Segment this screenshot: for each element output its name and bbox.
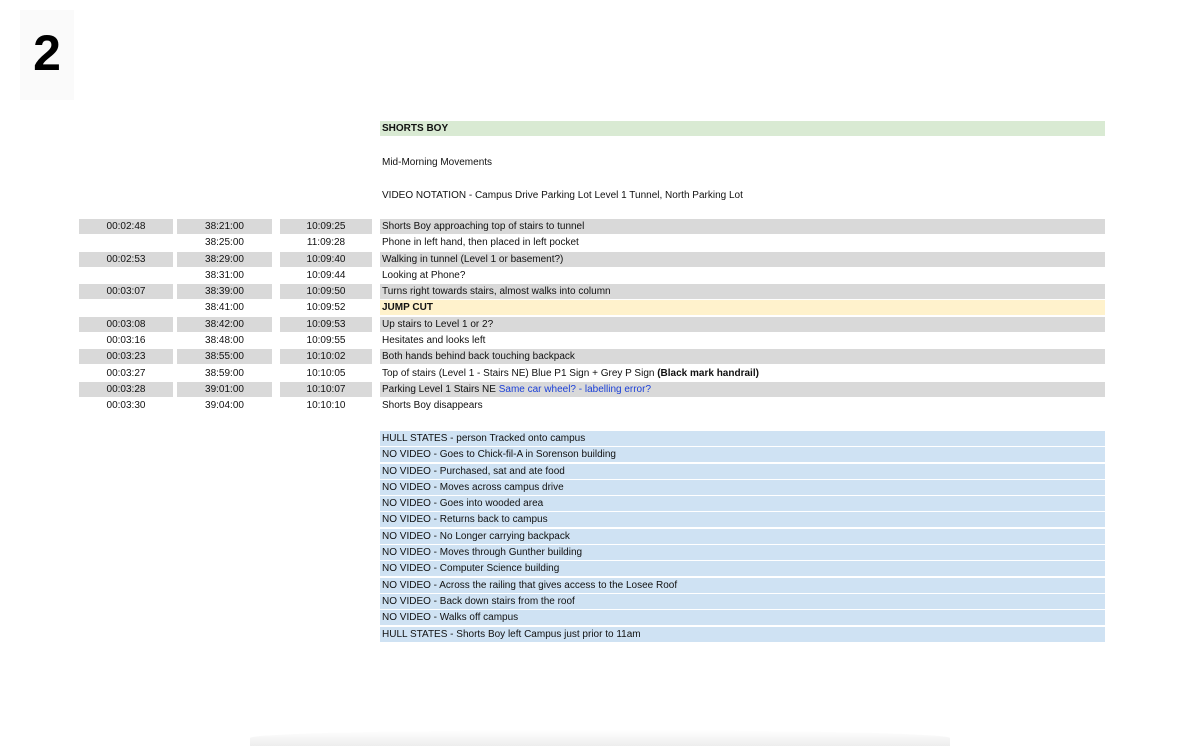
table-row: 00:03:28 39:01:00 10:10:07 Parking Level 1 … [0, 381, 1200, 398]
video-time-cell: 00:03:23 [79, 349, 173, 365]
description-cell: Both hands behind back touching backpack [380, 349, 1105, 365]
list-item: NO VIDEO - Returns back to campus [380, 512, 1105, 528]
table-row: 38:41:00 10:09:52 JUMP CUT [0, 300, 1200, 316]
list-item: NO VIDEO - Goes to Chick-fil-A in Sorens… [380, 447, 1105, 463]
source-time-cell: 38:21:00 [177, 219, 272, 234]
list-item: NO VIDEO - Back down stairs from the roo… [380, 593, 1105, 609]
source-time-cell: 38:41:00 [205, 302, 244, 314]
description-text: Shorts Boy approaching top of stairs to … [382, 221, 585, 232]
table-row: 00:03:30 39:04:00 10:10:10 Shorts Boy disap… [0, 398, 1200, 414]
description-text: Parking Level 1 Stairs NE [382, 383, 499, 395]
description-text: Top of stairs (Level 1 - Stairs NE) Blue… [382, 367, 658, 379]
description-cell: Turns right towards stairs, almost walks… [380, 284, 1105, 300]
table-row: 00:02:53 38:29:00 10:09:40 Walking in tunne… [0, 251, 1200, 268]
description-cell: Phone in left hand, then placed in left … [380, 235, 1105, 250]
description-cell: Up stairs to Level 1 or 2? [380, 316, 1105, 332]
video-time-cell: 00:02:48 [79, 219, 173, 234]
description-blue-note: Same car wheel? - labelling error? [498, 383, 652, 395]
clock-time-cell: 10:10:02 [280, 349, 372, 365]
clock-time-cell: 10:09:40 [280, 251, 372, 267]
video-notation: VIDEO NOTATION - Campus Drive Parking Lo… [382, 190, 743, 201]
list-item: HULL STATES - Shorts Boy left Campus jus… [380, 626, 1105, 642]
video-time-cell: 00:03:16 [106, 335, 146, 347]
table-row: 38:25:00 11:09:28 Phone in left hand, then… [0, 235, 1200, 251]
source-time-cell: 38:42:00 [177, 316, 272, 332]
video-time-cell: 00:03:30 [106, 400, 146, 412]
table-row: 38:31:00 10:09:44 Looking at Phone? [0, 268, 1200, 284]
clock-time-cell: 11:09:28 [306, 237, 346, 249]
page-number: 2 [20, 10, 74, 100]
source-time-cell: 38:48:00 [205, 335, 244, 347]
table-row: 00:03:08 38:42:00 10:09:53 Up stairs to Lev… [0, 316, 1200, 333]
description-text: Turns right towards stairs, almost walks… [382, 286, 611, 298]
clock-time-cell: 10:09:53 [280, 316, 372, 332]
table-row: 00:03:07 38:39:00 10:09:50 Turns right towa… [0, 284, 1200, 300]
video-time-cell: 00:03:28 [79, 381, 173, 397]
clock-time-cell: 10:09:50 [280, 284, 372, 300]
description-cell: JUMP CUT [380, 300, 1105, 316]
table-row: 00:03:27 38:59:00 10:10:05 Top of stairs (L… [0, 366, 1200, 382]
source-time-cell: 38:55:00 [177, 349, 272, 365]
video-time-cell [79, 300, 173, 315]
list-item: NO VIDEO - Walks off campus [380, 610, 1105, 626]
clock-time-cell: 10:09:44 [306, 269, 346, 281]
video-time-cell [79, 268, 173, 283]
description-cell: Shorts Boy approaching top of stairs to … [380, 219, 1105, 234]
timeline-table: 00:02:48 38:21:00 10:09:25 Shorts Boy appro… [0, 219, 1200, 415]
video-time-cell: 00:03:27 [106, 367, 146, 379]
source-time-cell: 38:31:00 [205, 269, 244, 281]
description-bold-note: (Black mark handrail) [657, 367, 759, 379]
table-row: 00:03:23 38:55:00 10:10:02 Both hands behin… [0, 349, 1200, 365]
clock-time-cell: 10:10:05 [306, 367, 346, 379]
list-item: NO VIDEO - Moves through Gunther buildin… [380, 545, 1105, 561]
clock-time-cell: 10:10:10 [306, 400, 346, 412]
description-cell: Looking at Phone? [380, 268, 1105, 283]
table-row: 00:03:16 38:48:00 10:09:55 Hesitates and lo… [0, 333, 1200, 349]
source-time-cell: 38:59:00 [205, 367, 244, 379]
video-time-cell: 00:03:08 [79, 316, 173, 332]
description-cell: Walking in tunnel (Level 1 or basement?) [380, 251, 1105, 267]
clock-time-cell: 10:09:55 [306, 335, 346, 347]
list-item: HULL STATES - person Tracked onto campus [380, 431, 1105, 446]
clock-time-cell: 10:10:07 [280, 381, 372, 397]
description-text: Up stairs to Level 1 or 2? [382, 318, 494, 330]
list-item: NO VIDEO - No Longer carrying backpack [380, 528, 1105, 544]
description-cell: Parking Level 1 Stairs NE Same car wheel… [380, 381, 1105, 397]
description-text: Phone in left hand, then placed in left … [382, 237, 579, 249]
no-video-list: HULL STATES - person Tracked onto campus… [380, 431, 1105, 643]
description-text: Shorts Boy disappears [382, 400, 483, 412]
list-item: NO VIDEO - Goes into wooded area [380, 496, 1105, 512]
page-shadow [250, 730, 950, 746]
description-text: Hesitates and looks left [382, 335, 486, 347]
description-text: Looking at Phone? [382, 269, 466, 281]
list-item: NO VIDEO - Computer Science building [380, 561, 1105, 577]
source-time-cell: 39:04:00 [205, 400, 244, 412]
source-time-cell: 38:29:00 [177, 251, 272, 267]
section-title: SHORTS BOY [380, 121, 1105, 136]
source-time-cell: 38:25:00 [205, 237, 244, 249]
list-item: NO VIDEO - Purchased, sat and ate food [380, 463, 1105, 479]
video-time-cell [79, 235, 173, 250]
list-item: NO VIDEO - Across the railing that gives… [380, 577, 1105, 593]
clock-time-cell: 10:09:25 [280, 219, 372, 234]
description-text: Both hands behind back touching backpack [382, 351, 575, 363]
description-cell: Shorts Boy disappears [380, 398, 1105, 413]
source-time-cell: 38:39:00 [177, 284, 272, 300]
description-cell: Hesitates and looks left [380, 333, 1105, 348]
source-time-cell: 39:01:00 [177, 381, 272, 397]
table-row: 00:02:48 38:21:00 10:09:25 Shorts Boy appro… [0, 219, 1200, 235]
video-time-cell: 00:03:07 [79, 284, 173, 300]
clock-time-cell: 10:09:52 [306, 302, 346, 314]
description-text: Walking in tunnel (Level 1 or basement?) [382, 253, 564, 265]
list-item: NO VIDEO - Moves across campus drive [380, 479, 1105, 495]
video-time-cell: 00:02:53 [79, 251, 173, 267]
description-text: JUMP CUT [382, 302, 433, 314]
description-cell: Top of stairs (Level 1 - Stairs NE) Blue… [380, 366, 1105, 381]
section-subtitle: Mid-Morning Movements [382, 157, 493, 168]
